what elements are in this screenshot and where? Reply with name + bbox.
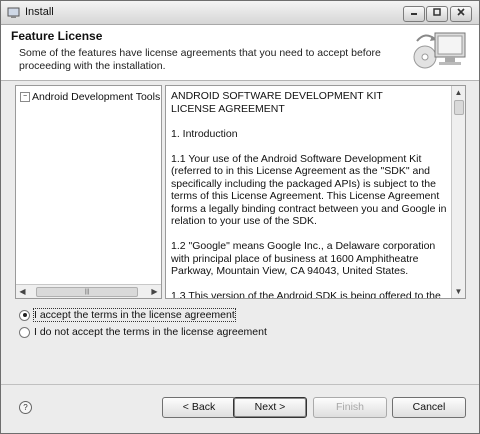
page-title: Feature License — [11, 29, 103, 43]
scroll-up-arrow-icon[interactable]: ▲ — [452, 86, 465, 99]
license-text: ANDROID SOFTWARE DEVELOPMENT KIT LICENSE… — [171, 90, 447, 299]
back-button[interactable]: < Back — [162, 397, 236, 418]
decline-radio[interactable] — [19, 326, 30, 338]
install-wizard-graphic — [413, 32, 466, 69]
accept-radio-option[interactable]: I accept the terms in the license agreem… — [19, 308, 236, 322]
minimize-button[interactable] — [403, 6, 425, 22]
decline-radio-option[interactable]: I do not accept the terms in the license… — [19, 326, 267, 338]
tree-horizontal-scrollbar[interactable]: ◀ ||| ▶ — [16, 284, 161, 298]
minimize-icon — [411, 13, 417, 15]
install-app-icon — [7, 7, 20, 18]
help-icon[interactable]: ? — [19, 401, 32, 414]
scroll-right-arrow-icon[interactable]: ▶ — [148, 285, 161, 298]
license-vertical-scrollbar[interactable]: ▲ ▼ — [451, 86, 465, 298]
feature-tree[interactable]: − Android Development Tools 0 ◀ ||| ▶ — [15, 85, 162, 299]
license-text-panel[interactable]: ANDROID SOFTWARE DEVELOPMENT KIT LICENSE… — [165, 85, 466, 299]
window-title: Install — [25, 6, 54, 18]
cancel-button[interactable]: Cancel — [392, 397, 466, 418]
title-bar[interactable]: Install — [1, 1, 479, 25]
tree-collapse-icon[interactable]: − — [20, 92, 30, 103]
scroll-thumb[interactable]: ||| — [36, 287, 138, 297]
scroll-left-arrow-icon[interactable]: ◀ — [16, 285, 29, 298]
next-button[interactable]: Next > — [233, 397, 307, 418]
button-bar-separator — [1, 384, 479, 385]
wizard-header: Feature License Some of the features hav… — [1, 25, 479, 81]
tree-item-android-development-tools[interactable]: − Android Development Tools 0 — [20, 91, 162, 103]
install-dialog: Install Feature License Some of the feat… — [0, 0, 480, 434]
finish-button: Finish — [313, 397, 387, 418]
page-description: Some of the features have license agreem… — [19, 47, 381, 72]
accept-label: I accept the terms in the license agreem… — [33, 308, 236, 322]
tree-item-label: Android Development Tools 0 — [32, 91, 162, 103]
decline-label: I do not accept the terms in the license… — [34, 326, 267, 338]
close-button[interactable] — [450, 6, 472, 22]
scroll-thumb[interactable] — [454, 100, 464, 115]
close-icon — [457, 8, 465, 16]
maximize-icon — [433, 8, 441, 16]
accept-radio[interactable] — [19, 309, 30, 321]
maximize-button[interactable] — [426, 6, 448, 22]
scroll-down-arrow-icon[interactable]: ▼ — [452, 285, 465, 298]
